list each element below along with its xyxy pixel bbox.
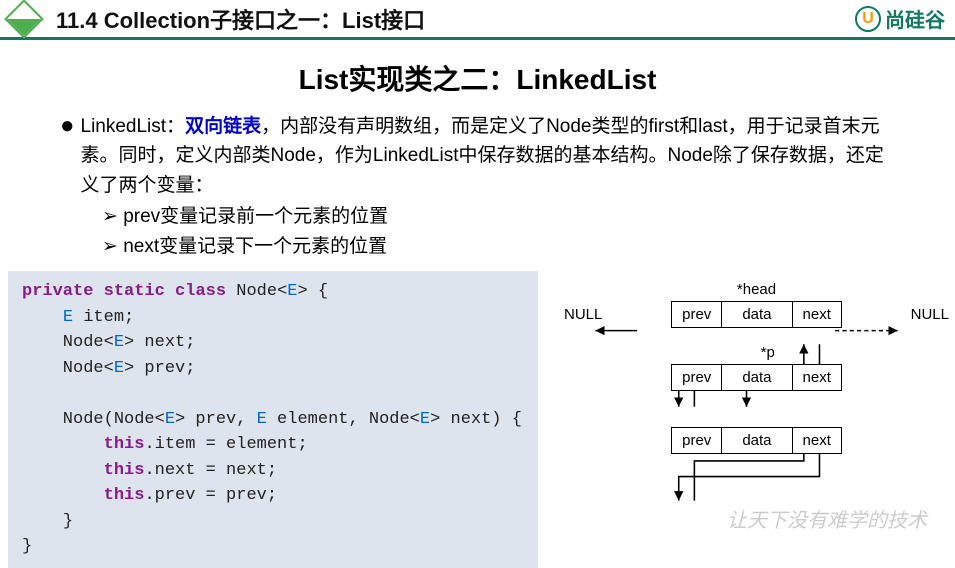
sub-list: prev变量记录前一个元素的位置 next变量记录下一个元素的位置	[102, 202, 895, 261]
cell-data: data	[722, 364, 792, 391]
null-right: NULL	[911, 306, 949, 323]
head-label: *head	[737, 281, 776, 298]
main-bullet: ● LinkedList：双向链表，内部没有声明数组，而是定义了Node类型的f…	[60, 112, 895, 200]
cell-prev: prev	[671, 427, 722, 454]
watermark: 让天下没有难学的技术	[727, 504, 927, 533]
bullet-dot-icon: ●	[60, 112, 75, 200]
cell-prev: prev	[671, 301, 722, 328]
slide-title: List实现类之二：LinkedList	[0, 58, 955, 98]
node-3: prev data next	[671, 427, 842, 454]
cell-next: next	[793, 301, 842, 328]
node-2: prev data next	[671, 364, 842, 391]
cell-data: data	[722, 427, 792, 454]
cell-data: data	[722, 301, 792, 328]
p-label: *p	[761, 344, 775, 361]
header-diamond-icon	[4, 0, 44, 38]
sub-item-next: next变量记录下一个元素的位置	[102, 232, 895, 261]
section-title: 11.4 Collection子接口之一：List接口	[56, 3, 855, 35]
cell-prev: prev	[671, 364, 722, 391]
body-content: ● LinkedList：双向链表，内部没有声明数组，而是定义了Node类型的f…	[0, 112, 955, 261]
code-block: private static class Node<E> { E item; N…	[8, 271, 538, 568]
lead-emphasis: 双向链表	[185, 116, 261, 137]
slide-header: 11.4 Collection子接口之一：List接口 U 尚硅谷	[0, 0, 955, 40]
brand-text: 尚硅谷	[885, 4, 945, 33]
lead-name: LinkedList：	[81, 116, 186, 137]
brand: U 尚硅谷	[855, 4, 945, 33]
cell-next: next	[793, 364, 842, 391]
null-left: NULL	[564, 306, 602, 323]
sub-item-prev: prev变量记录前一个元素的位置	[102, 202, 895, 231]
node-1: prev data next	[671, 301, 842, 328]
cell-next: next	[793, 427, 842, 454]
brand-logo-icon: U	[855, 6, 881, 32]
